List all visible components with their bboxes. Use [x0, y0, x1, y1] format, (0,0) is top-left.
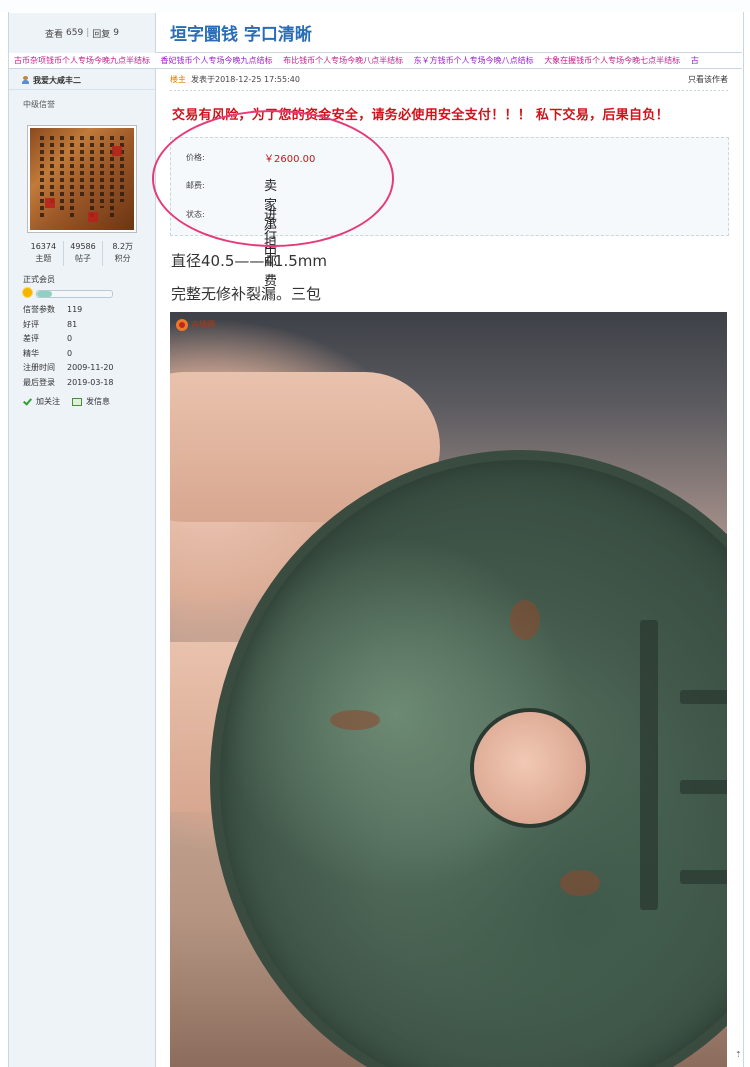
message-button[interactable]: 发信息 [86, 396, 110, 407]
avatar-image [30, 128, 134, 230]
rank-progress-fill [37, 291, 52, 297]
views-count: 659 [66, 28, 84, 38]
stat-value: 49586 [70, 242, 96, 251]
only-author-link[interactable]: 只看该作者 [688, 73, 728, 87]
coin-image [210, 450, 727, 1067]
author-divider [9, 89, 155, 90]
ticker-link[interactable]: 布比钱币个人专场今晚八点半结标 [283, 56, 403, 65]
rank-progress-bar [36, 290, 113, 298]
scroll-arrow-icon[interactable]: ⇡ [735, 1050, 742, 1064]
description-line: 完整无修补裂漏。三包 [171, 285, 322, 303]
author-actions: 加关注 发信息 [23, 396, 110, 407]
stat-label: 主题 [35, 254, 52, 263]
post-meta: 楼主 发表于2018-12-25 17:55:40 只看该作者 [170, 73, 728, 87]
top-band [0, 0, 750, 12]
photo-watermark: 古钱网 [176, 318, 238, 332]
stat-label: 积分 [114, 254, 131, 263]
thread-title[interactable]: 垣字圜钱 字口清晰 [170, 20, 312, 45]
post-date: 发表于2018-12-25 17:55:40 [191, 75, 300, 84]
replies-count: 9 [113, 28, 119, 38]
coin-photo[interactable]: 古钱网 [170, 312, 727, 1067]
author-name[interactable]: 我爱大咸丰二 [33, 75, 81, 86]
thread-stats: 查看 659 | 回复 9 [9, 13, 156, 54]
message-icon [72, 397, 82, 406]
ticker-link[interactable]: 古币杂项钱币个人专场今晚九点半结标 [14, 56, 150, 65]
avatar[interactable] [27, 125, 137, 233]
author-sidebar: 我爱大咸丰二 中级信誉 16374 主题 49586 帖子 8.2万 积分 正式… [9, 69, 156, 1067]
info-row: 信誉参数 119 [23, 305, 83, 314]
views-label: 查看 [45, 29, 64, 40]
sun-icon [23, 288, 32, 297]
post-divider [170, 90, 728, 91]
info-row: 最后登录 2019-03-18 [23, 377, 114, 387]
stat-points[interactable]: 8.2万 积分 [102, 241, 142, 266]
watermark-text: 古钱网 [191, 320, 215, 329]
author-info: 信誉参数 119 好评 81 差评 0 精华 0 注册时间 2009-11-20 最后登录… [23, 303, 114, 390]
ticker-link[interactable]: 香妃钱币个人专场今晚九点结标 [161, 56, 273, 65]
description-line: 直径40.5——41.5mm [171, 252, 328, 270]
ticker-link[interactable]: 东￥方钱币个人专场今晚八点结标 [414, 56, 534, 65]
author-name-row[interactable]: 我爱大咸丰二 [9, 72, 155, 88]
owner-badge: 楼主 [170, 75, 186, 84]
user-icon [22, 76, 29, 84]
coin-hole [474, 712, 586, 824]
member-type: 正式会员 [23, 275, 55, 284]
highlight-circle [152, 110, 394, 247]
stat-value: 8.2万 [112, 242, 134, 251]
check-icon [23, 397, 32, 406]
stat-label: 帖子 [75, 254, 91, 263]
stats-divider: | [86, 28, 90, 38]
follow-button[interactable]: 加关注 [36, 396, 60, 407]
ticker-link[interactable]: 古 [691, 56, 699, 65]
ticker-link[interactable]: 大象在握钱币个人专场今晚七点半结标 [544, 56, 680, 65]
info-row: 好评 81 [23, 319, 78, 329]
replies-label: 回复 [92, 29, 111, 40]
stat-value: 16374 [30, 242, 57, 251]
logo-icon [176, 319, 188, 331]
stat-posts[interactable]: 49586 帖子 [62, 241, 103, 266]
info-row: 注册时间 2009-11-20 [23, 363, 114, 372]
info-row: 精华 0 [23, 348, 73, 358]
author-stats: 16374 主题 49586 帖子 8.2万 积分 [24, 241, 142, 266]
author-rank: 中级信誉 [23, 100, 55, 109]
auction-ticker: 古币杂项钱币个人专场今晚九点半结标 香妃钱币个人专场今晚九点结标 布比钱币个人专… [9, 53, 742, 69]
info-row: 差评 0 [23, 334, 73, 343]
stat-topics[interactable]: 16374 主题 [24, 241, 63, 266]
